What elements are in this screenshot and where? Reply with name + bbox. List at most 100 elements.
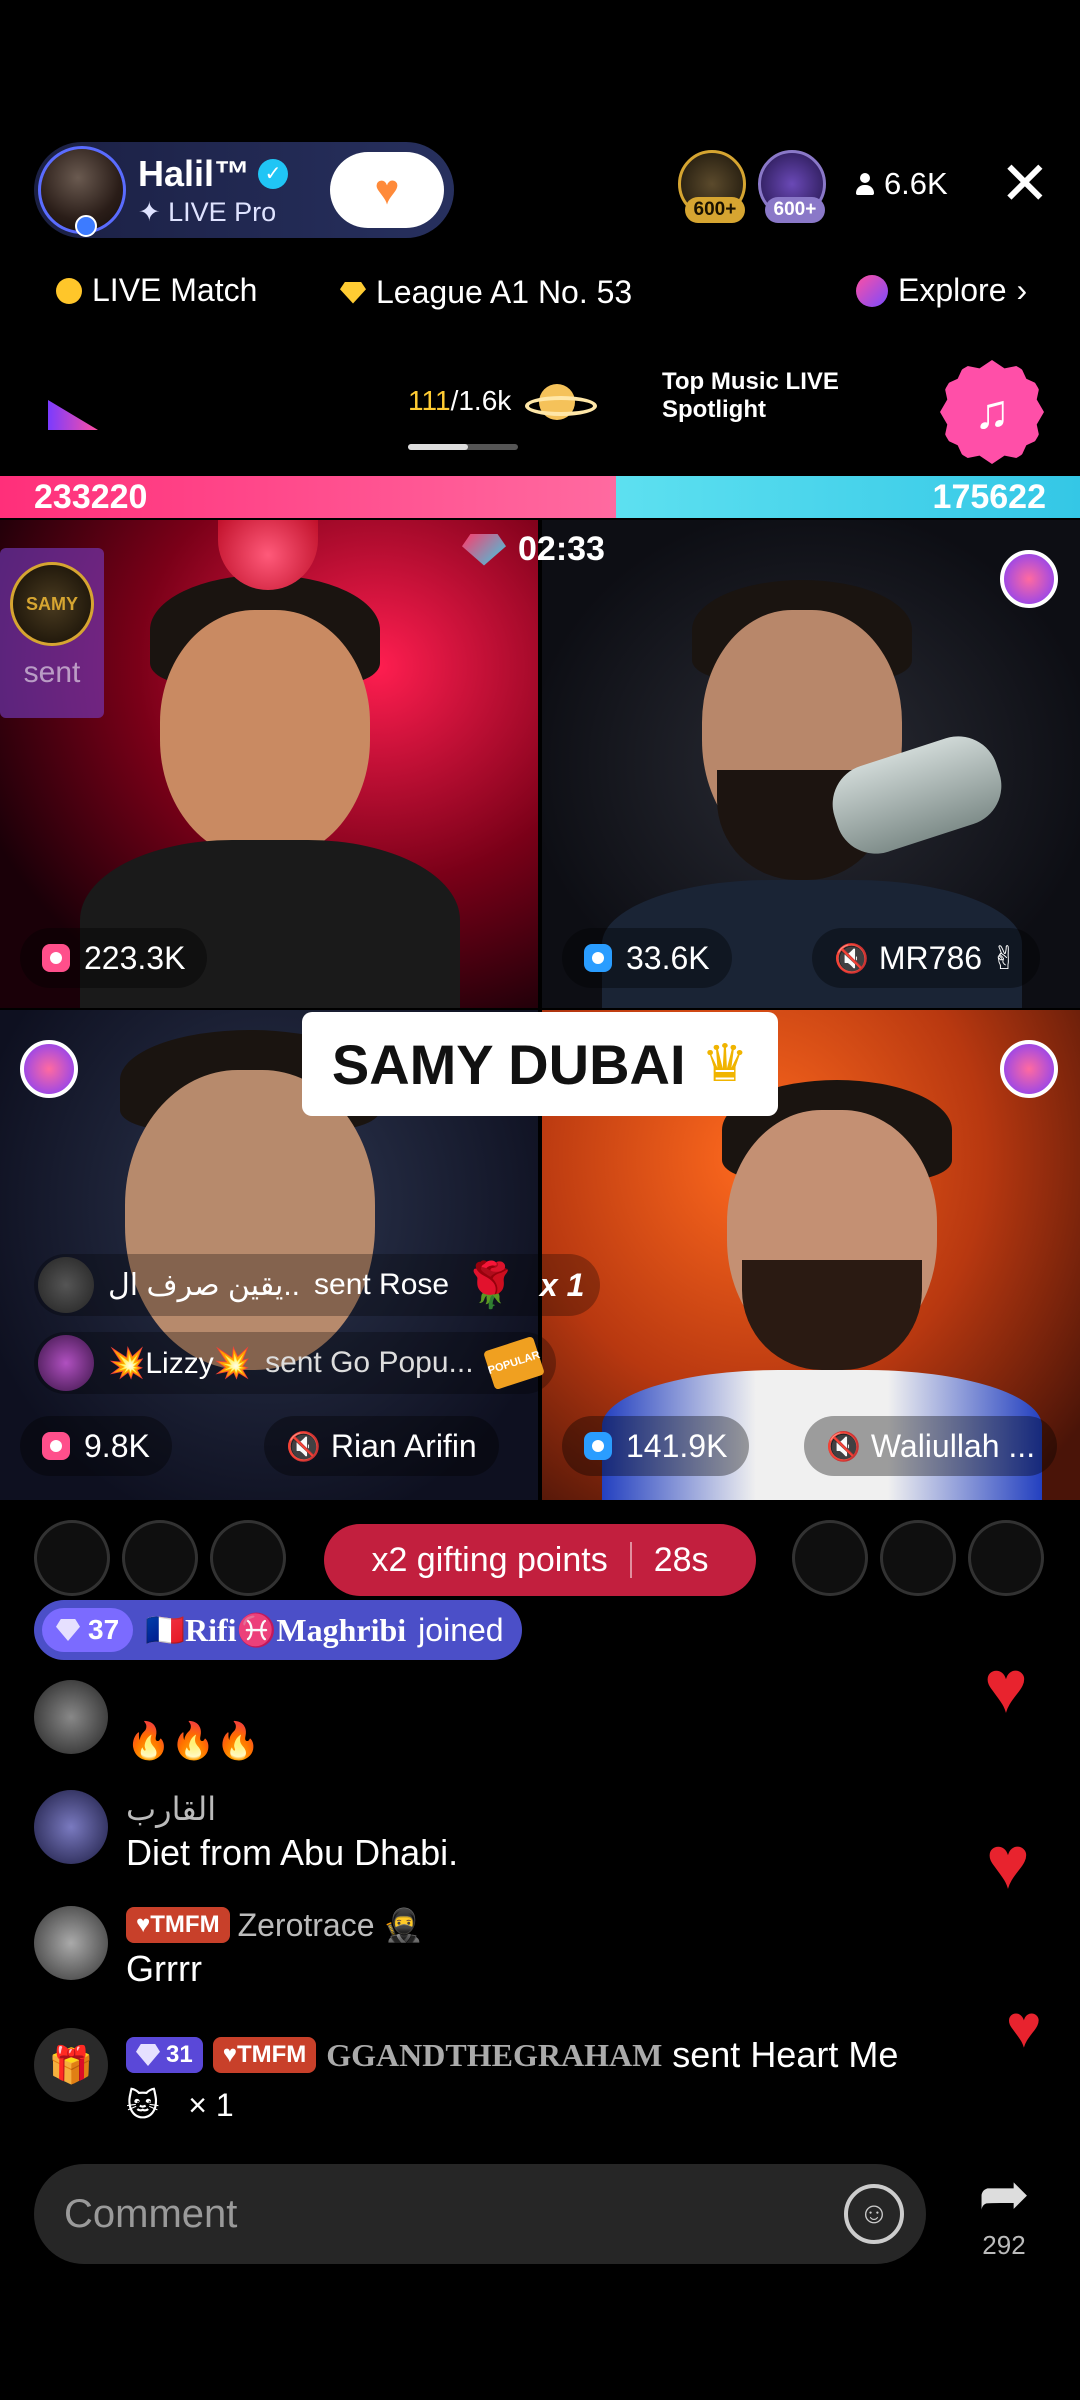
chat-username[interactable]: Zerotrace 🥷 [238, 1906, 424, 1944]
cell-4-badge-icon[interactable] [1000, 1040, 1058, 1098]
cell-3-name: Rian Arifin [330, 1427, 477, 1464]
follow-heart-button[interactable]: ♥ [330, 152, 444, 228]
ranking-avatar-4[interactable] [792, 1520, 868, 1596]
page-indicator [408, 444, 518, 450]
chat-username[interactable]: القارب [126, 1790, 458, 1828]
battle-timer-value: 02:33 [518, 530, 605, 568]
top-viewer-avatar-1[interactable]: 600+ [677, 150, 746, 223]
video-cell-2[interactable]: 33.6K 🔇 MR786 ✌ [542, 520, 1080, 1008]
chat-avatar[interactable] [34, 1790, 108, 1864]
explore-label: Explore [898, 272, 1007, 308]
floating-heart-icon: ♥ [1006, 1993, 1042, 2060]
cell-1-score-value: 223.3K [84, 939, 186, 976]
chat-text: sent Heart Me [672, 2034, 899, 2075]
cell-1-score: 223.3K [20, 928, 208, 988]
level-value: 37 [88, 1614, 120, 1645]
ranking-avatar-1[interactable] [34, 1520, 110, 1596]
verified-icon: ✓ [258, 158, 289, 189]
gift-count: × 1 [188, 2087, 234, 2123]
gift-box-icon[interactable]: 🎁 [34, 2028, 108, 2102]
gifting-points-row: x2 gifting points 28s [0, 1520, 1080, 1600]
cell-2-badge-icon[interactable] [1000, 550, 1058, 608]
gifting-points-pill[interactable]: x2 gifting points 28s [324, 1524, 756, 1596]
battle-timer: 02:33 [462, 530, 605, 569]
chat-avatar[interactable] [34, 1680, 108, 1754]
fan-club-badge: ♥ TMFM [126, 1907, 230, 1943]
chat-avatar[interactable] [34, 1906, 108, 1980]
level-badge: 37 [42, 1608, 134, 1652]
gem-icon [462, 533, 506, 566]
chat-username[interactable]: GGANDTHEGRAHAM [326, 2037, 662, 2074]
chat-text: Diet from Abu Dhabi. [126, 1832, 459, 1873]
spotlight-label[interactable]: Top Music LIVE Spotlight [662, 368, 862, 424]
share-button[interactable]: ➦ 292 [958, 2160, 1050, 2261]
explore-link[interactable]: Explore › [856, 272, 1027, 309]
chat-message[interactable]: ♥ TMFM Zerotrace 🥷 Grrrr [34, 1906, 423, 1990]
viewer-badge-1: 600+ [684, 197, 745, 223]
likes-progress[interactable]: 111/1.6k [408, 380, 598, 422]
mute-icon: 🔇 [286, 1430, 321, 1462]
rose-icon: 🌹 [463, 1261, 518, 1310]
live-match-label: LIVE Match [92, 272, 258, 308]
viewer-badge-2: 600+ [764, 197, 825, 223]
emoji-icon[interactable]: ☺ [844, 2184, 904, 2244]
ranking-avatar-5[interactable] [880, 1520, 956, 1596]
comment-placeholder: Comment [64, 2191, 238, 2236]
banner-text: SAMY DUBAI [331, 1032, 686, 1096]
host-card[interactable]: Halil™ ✓ ✦ LIVE Pro ♥ [34, 142, 454, 238]
score-icon [42, 1432, 70, 1460]
gift-count: x 1 [539, 1266, 585, 1303]
sent-gift-card[interactable]: SAMY sent [0, 548, 104, 718]
chat-gift-message[interactable]: 🎁 31 ♥ TMFM GGANDTHEGRAHAM sent Heart Me… [34, 2028, 898, 2124]
chat-message[interactable]: 🔥🔥🔥 [34, 1680, 260, 1762]
viewer-count-value: 6.6K [883, 166, 948, 201]
league-link[interactable]: League A1 No. 53 [340, 274, 632, 311]
battle-bar-left: 233220 [0, 476, 616, 518]
sent-label: sent [23, 656, 81, 689]
ranking-avatar-2[interactable] [122, 1520, 198, 1596]
score-icon [584, 944, 612, 972]
share-icon: ➦ [978, 2160, 1030, 2229]
ranking-avatar-3[interactable] [210, 1520, 286, 1596]
gift-notice-popular[interactable]: 💥Lizzy💥 sent Go Popu... POPULAR [34, 1332, 556, 1394]
viewer-count[interactable]: 6.6K [855, 166, 948, 202]
cell-4-score-value: 141.9K [626, 1427, 728, 1464]
gem-icon [136, 2044, 160, 2066]
cell-4-score: 141.9K [562, 1416, 750, 1476]
live-match-link[interactable]: LIVE Match [56, 272, 257, 309]
floating-heart-icon: ♥ [986, 1821, 1030, 1904]
live-match-icon [56, 277, 82, 304]
ranking-icon[interactable] [48, 400, 98, 430]
ranking-avatar-6[interactable] [968, 1520, 1044, 1596]
person-face [160, 610, 370, 860]
gift-action: sent Go Popu... [265, 1346, 474, 1379]
comment-input[interactable]: Comment ☺ [34, 2164, 926, 2264]
cell-3-score: 9.8K [20, 1416, 172, 1476]
battle-score-bar: 233220 175622 [0, 476, 1080, 518]
host-avatar[interactable] [38, 146, 126, 237]
close-icon[interactable]: ✕ [1000, 154, 1050, 214]
name-banner: SAMY DUBAI ♛ [302, 1012, 778, 1116]
mute-icon: 🔇 [834, 942, 869, 974]
score-icon [42, 944, 70, 972]
cell-4-name-pill[interactable]: 🔇 Waliullah ... [804, 1416, 1058, 1476]
chat-text: 🔥🔥🔥 [126, 1720, 261, 1761]
cell-3-score-value: 9.8K [84, 1427, 150, 1464]
gift-notice-rose[interactable]: يقين صرف ال.. sent Rose 🌹 x 1 [34, 1254, 601, 1316]
sender-avatar: SAMY [10, 562, 94, 646]
right-team-score: 175622 [932, 478, 1046, 516]
cell-3-badge-icon[interactable] [20, 1040, 78, 1098]
explore-icon [856, 274, 888, 307]
gem-icon [56, 1619, 80, 1641]
cell-3-name-pill[interactable]: 🔇 Rian Arifin [264, 1416, 499, 1476]
top-viewer-avatar-2[interactable]: 600+ [757, 150, 826, 223]
chat-message[interactable]: القارب Diet from Abu Dhabi. [34, 1790, 458, 1874]
cell-2-score: 33.6K [562, 928, 732, 988]
music-note-icon[interactable]: ♫ [940, 360, 1044, 464]
cell-2-name-pill[interactable]: 🔇 MR786 ✌ [812, 928, 1040, 988]
joined-action: joined [418, 1611, 504, 1648]
stats-row: 111/1.6k Top Music LIVE Spotlight ♫ [0, 360, 1080, 464]
left-team-score: 233220 [34, 478, 148, 516]
heart-gift-icon: 🐱 [126, 2087, 160, 2123]
host-name: Halil™ [138, 152, 251, 194]
